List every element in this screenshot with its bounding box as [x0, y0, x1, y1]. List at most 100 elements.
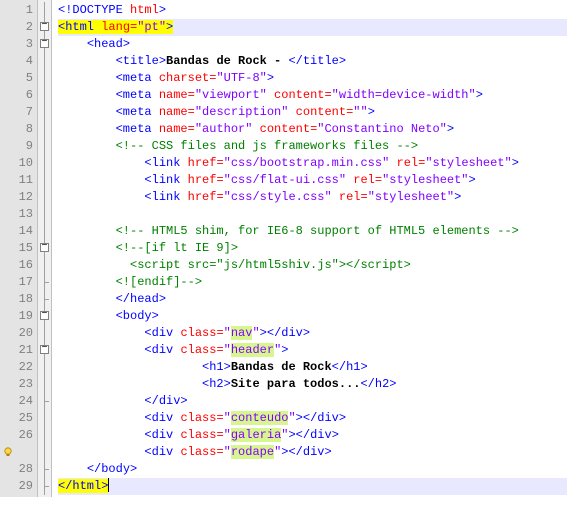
code-line[interactable]: <!DOCTYPE html> [58, 2, 567, 19]
code-token: class= [180, 445, 223, 459]
code-line[interactable]: <![endif]--> [58, 274, 567, 291]
fold-toggle-icon[interactable]: − [40, 39, 49, 48]
code-token: "viewport" [195, 88, 267, 102]
code-token: <div [144, 428, 180, 442]
code-token: rel= [346, 173, 382, 187]
code-token: <div [144, 343, 180, 357]
code-line[interactable]: <div class="nav"></div> [58, 325, 567, 342]
line-number: 6 [0, 87, 33, 104]
code-line[interactable]: <h1>Bandas de Rock</h1> [58, 359, 567, 376]
code-line[interactable]: </body> [58, 461, 567, 478]
code-token: name= [159, 105, 195, 119]
code-line[interactable] [58, 206, 567, 223]
code-line[interactable]: <head> [58, 36, 567, 53]
code-line[interactable]: <title>Bandas de Rock - </title> [58, 53, 567, 70]
code-token: name= [159, 122, 195, 136]
code-line[interactable]: <div class="rodape"></div> [58, 444, 567, 461]
fold-toggle-icon[interactable]: − [40, 345, 49, 354]
code-line[interactable]: <html lang="pt"> [58, 19, 567, 36]
code-token: charset= [159, 71, 217, 85]
line-number: 14 [0, 223, 33, 240]
code-line[interactable]: <meta charset="UTF-8"> [58, 70, 567, 87]
code-line[interactable]: <div class="conteudo"></div> [58, 410, 567, 427]
code-token: ></div> [288, 428, 338, 442]
code-token: "stylesheet" [425, 156, 511, 170]
line-number: 10 [0, 155, 33, 172]
code-token: </body> [87, 462, 137, 476]
line-number: 7 [0, 104, 33, 121]
code-line[interactable]: </div> [58, 393, 567, 410]
code-token: class= [180, 343, 223, 357]
code-token: <h1> [202, 360, 231, 374]
line-number: 16 [0, 257, 33, 274]
code-token: "stylesheet" [368, 190, 454, 204]
code-token: <!--[if lt IE 9]> [116, 241, 238, 255]
code-line[interactable]: </head> [58, 291, 567, 308]
code-token: Bandas de Rock - [166, 54, 288, 68]
code-token: <meta [116, 122, 159, 136]
code-token: "css/style.css" [224, 190, 332, 204]
code-line[interactable]: <link href="css/style.css" rel="styleshe… [58, 189, 567, 206]
code-token: " [288, 411, 295, 425]
code-line[interactable]: <!-- CSS files and js frameworks files -… [58, 138, 567, 155]
fold-toggle-icon[interactable]: − [40, 243, 49, 252]
line-number: 29 [0, 478, 33, 495]
code-line[interactable]: <div class="galeria"></div> [58, 427, 567, 444]
code-token: " [224, 326, 231, 340]
code-line[interactable]: <h2>Site para todos...</h2> [58, 376, 567, 393]
code-line[interactable]: <link href="css/flat-ui.css" rel="styles… [58, 172, 567, 189]
fold-toggle-icon[interactable]: − [40, 22, 49, 31]
text-caret [108, 478, 109, 492]
fold-toggle-icon[interactable]: − [40, 311, 49, 320]
code-area[interactable]: <!DOCTYPE html><html lang="pt"> <head> <… [52, 0, 567, 497]
lightbulb-icon[interactable] [2, 446, 14, 458]
code-token: Bandas de Rock [231, 360, 332, 374]
code-token: "author" [195, 122, 253, 136]
code-token: " [224, 343, 231, 357]
line-number: 5 [0, 70, 33, 87]
line-number: 13 [0, 206, 33, 223]
code-line[interactable]: <div class="header"> [58, 342, 567, 359]
code-token: > [512, 156, 519, 170]
code-token: <script src="js/html5shiv.js"></script> [116, 258, 411, 272]
code-token: > [476, 88, 483, 102]
code-token: <meta [116, 88, 159, 102]
code-line[interactable]: <link href="css/bootstrap.min.css" rel="… [58, 155, 567, 172]
code-token: name= [159, 88, 195, 102]
code-token: ></div> [296, 411, 346, 425]
code-token: <title> [116, 54, 166, 68]
code-token: <div [144, 326, 180, 340]
line-number: 19 [0, 308, 33, 325]
code-line[interactable]: <meta name="description" content=""> [58, 104, 567, 121]
code-token: "UTF-8" [216, 71, 266, 85]
code-token: <head> [87, 37, 130, 51]
code-token: rodape [231, 445, 274, 459]
line-number [0, 444, 33, 461]
code-token: <!-- CSS files and js frameworks files -… [116, 139, 418, 153]
code-line[interactable]: <!-- HTML5 shim, for IE6-8 support of HT… [58, 223, 567, 240]
line-number: 22 [0, 359, 33, 376]
code-token: ></div> [260, 326, 310, 340]
code-token: </h2> [360, 377, 396, 391]
code-editor[interactable]: 1234567891011121314151617181920212223242… [0, 0, 567, 497]
code-line[interactable]: <script src="js/html5shiv.js"></script> [58, 257, 567, 274]
line-number: 3 [0, 36, 33, 53]
code-token: <html [58, 20, 101, 34]
code-token: <link [144, 190, 187, 204]
code-token: "" [353, 105, 367, 119]
code-line[interactable]: <meta name="author" content="Constantino… [58, 121, 567, 138]
code-token: <h2> [202, 377, 231, 391]
code-token: > [159, 3, 166, 17]
code-line[interactable]: <!--[if lt IE 9]> [58, 240, 567, 257]
code-line[interactable]: </html> [58, 478, 567, 495]
line-number: 4 [0, 53, 33, 70]
code-token: </div> [144, 394, 187, 408]
code-token: rel= [389, 156, 425, 170]
code-token: <link [144, 173, 187, 187]
code-line[interactable]: <meta name="viewport" content="width=dev… [58, 87, 567, 104]
code-line[interactable]: <body> [58, 308, 567, 325]
line-number: 23 [0, 376, 33, 393]
fold-gutter[interactable]: − − − − − [38, 0, 52, 497]
code-token: "Constantino Neto" [317, 122, 447, 136]
line-number: 12 [0, 189, 33, 206]
